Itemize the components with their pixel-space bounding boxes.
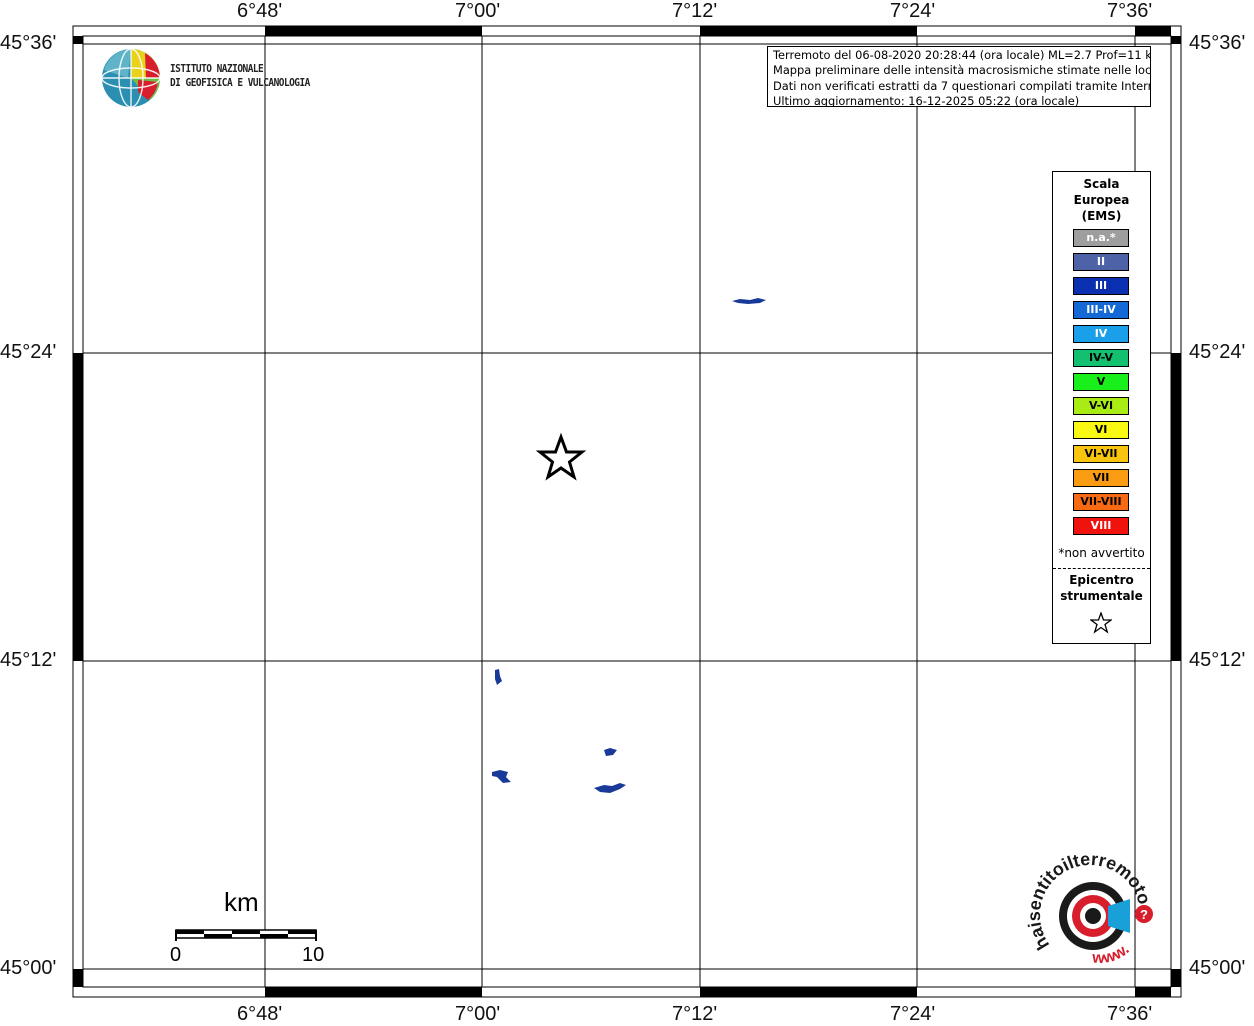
- top-label-7-12: 7°12': [672, 0, 718, 22]
- top-label-6-48: 6°48': [237, 0, 283, 22]
- legend-swatch: VI-VII: [1073, 445, 1129, 463]
- event-info-line2: Mappa preliminare delle intensità macros…: [773, 63, 1151, 78]
- legend-epicenter-line2: strumentale: [1060, 589, 1143, 603]
- left-label-45-24: 45°24': [0, 341, 57, 363]
- legend-swatch: III-IV: [1073, 301, 1129, 319]
- left-label-45-00: 45°00': [0, 957, 57, 979]
- bottom-label-6-48: 6°48': [237, 1003, 283, 1025]
- legend-epicenter-line1: Epicentro: [1069, 573, 1134, 587]
- legend-star-icon: [1090, 612, 1112, 634]
- left-label-45-12: 45°12': [0, 649, 57, 671]
- legend-title-line2: Europea: [1073, 193, 1130, 207]
- legend-swatch: V-VI: [1073, 397, 1129, 415]
- event-info-box: Terremoto del 06-08-2020 20:28:44 (ora l…: [767, 46, 1151, 107]
- ingv-logo-line1: ISTITUTO NAZIONALE: [170, 62, 264, 75]
- legend-divider: [1053, 568, 1150, 569]
- legend-swatch: V: [1073, 373, 1129, 391]
- bottom-border-scale: [265, 987, 1171, 997]
- legend-swatch: II: [1073, 253, 1129, 271]
- svg-text:?: ?: [1140, 907, 1148, 922]
- right-label-45-00: 45°00': [1189, 957, 1246, 979]
- legend-swatch: IV: [1073, 325, 1129, 343]
- legend-note: *non avvertito: [1058, 546, 1145, 560]
- top-label-7-36: 7°36': [1107, 0, 1153, 22]
- event-info-line4: Ultimo aggiornamento: 16-12-2025 05:22 (…: [773, 93, 1080, 107]
- bottom-label-7-24: 7°24': [890, 1003, 936, 1025]
- legend-swatch: VII: [1073, 469, 1129, 487]
- legend-epicenter-label: Epicentro strumentale: [1053, 572, 1150, 604]
- legend-swatch: IV-V: [1073, 349, 1129, 367]
- bottom-label-7-36: 7°36': [1107, 1003, 1153, 1025]
- intensity-legend: Scala Europea (EMS) n.a.* II III III-IV IV IV…: [1052, 171, 1151, 644]
- right-border-scale: [1171, 36, 1181, 987]
- event-info-line3: Dati non verificati estratti da 7 questi…: [773, 78, 1151, 93]
- scale-bar-start: 0: [170, 944, 182, 966]
- right-label-45-24: 45°24': [1189, 341, 1246, 363]
- legend-title-line3: (EMS): [1081, 209, 1122, 223]
- right-label-45-12: 45°12': [1189, 649, 1246, 671]
- bottom-label-7-12: 7°12': [672, 1003, 718, 1025]
- top-label-7-24: 7°24': [890, 0, 936, 22]
- legend-swatch: III: [1073, 277, 1129, 295]
- left-border-scale: [73, 36, 83, 987]
- left-label-45-36: 45°36': [0, 32, 57, 54]
- legend-title-line1: Scala: [1083, 177, 1120, 191]
- top-label-7-00: 7°00': [455, 0, 501, 22]
- bottom-label-7-00: 7°00': [455, 1003, 501, 1025]
- map-area: [82, 35, 1172, 988]
- legend-swatch: n.a.*: [1073, 229, 1129, 247]
- event-info-line1: Terremoto del 06-08-2020 20:28:44 (ora l…: [773, 48, 1151, 62]
- scale-bar-end: 10: [302, 944, 325, 966]
- legend-swatch: VI: [1073, 421, 1129, 439]
- ingv-logo-text: ISTITUTO NAZIONALE DI GEOFISICA E VULCAN…: [170, 62, 310, 90]
- legend-swatch: VII-VIII: [1073, 493, 1129, 511]
- ingv-logo-line2: DI GEOFISICA E VULCANOLOGIA: [170, 76, 310, 89]
- scale-bar-unit: km: [224, 887, 259, 917]
- ingv-globe-icon: [101, 48, 161, 108]
- right-label-45-36: 45°36': [1189, 32, 1246, 54]
- top-border-scale: [265, 26, 1171, 36]
- legend-title: Scala Europea (EMS): [1053, 176, 1150, 224]
- legend-swatch: VIII: [1073, 517, 1129, 535]
